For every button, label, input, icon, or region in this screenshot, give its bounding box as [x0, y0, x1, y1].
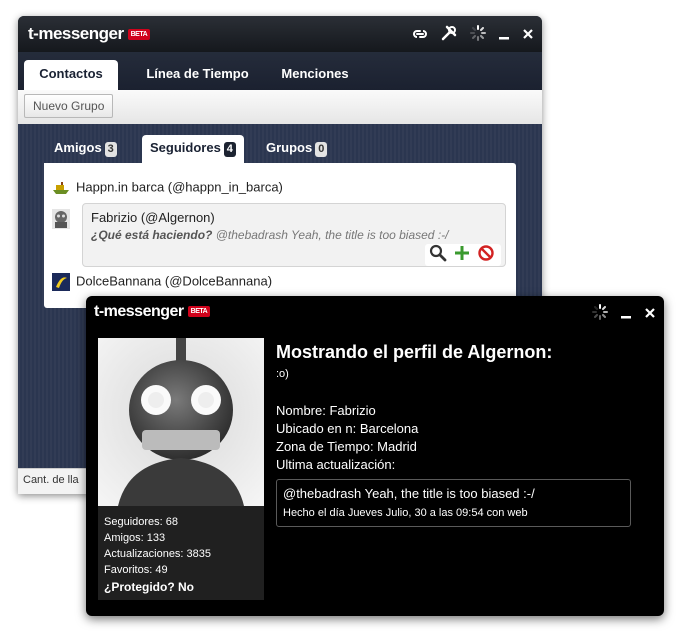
main-nav: Contactos Línea de Tiempo Menciones [18, 52, 542, 90]
toolbar: Nuevo Grupo [18, 90, 542, 125]
tab-linea-de-tiempo[interactable]: Línea de Tiempo [140, 60, 255, 90]
tweet-meta: Hecho el día Jueves Julio, 30 a las 09:5… [283, 507, 528, 519]
profile-avatar [98, 338, 264, 506]
title-bar[interactable]: t-messenger BETA [18, 16, 542, 52]
profile-timezone: Zona de Tiempo: Madrid [276, 439, 417, 454]
boat-avatar-icon [52, 179, 70, 197]
count-badge: 3 [104, 142, 117, 157]
tab-contactos[interactable]: Contactos [24, 60, 118, 90]
minimize-icon[interactable] [498, 27, 510, 46]
profile-info: Nombre: Fabrizio Ubicado en n: Barcelona… [276, 402, 418, 474]
tools-icon[interactable] [441, 25, 457, 46]
beta-badge: BETA [187, 306, 211, 318]
profile-heading: Mostrando el perfil de Algernon: [276, 342, 553, 362]
protected-status: ¿Protegido? No [104, 580, 194, 594]
last-tweet-box: @thebadrash Yeah, the title is too biase… [276, 479, 631, 527]
contact-list: Happn.in barca (@happn_in_barca) Fabrizi… [44, 163, 516, 308]
list-item-selected[interactable]: Fabrizio (@Algernon) ¿Qué está haciendo?… [82, 203, 506, 267]
contact-avatar [52, 209, 76, 229]
profile-window: t-messenger BETA Seguidores: 68 Amigos: … [86, 296, 664, 616]
tweet-text: @thebadrash Yeah, the title is too biase… [283, 486, 535, 501]
friends-count: Amigos: 133 [104, 532, 166, 544]
title-bar[interactable]: t-messenger BETA [86, 296, 664, 330]
favorites-count: Favoritos: 49 [104, 564, 168, 576]
followers-count: Seguidores: 68 [104, 516, 178, 528]
minimize-icon[interactable] [620, 306, 632, 325]
close-icon[interactable] [522, 27, 534, 46]
profile-stats: Seguidores: 68 Amigos: 133 Actualizacion… [104, 514, 211, 595]
list-item[interactable]: Happn.in barca (@happn_in_barca) [52, 179, 283, 197]
tab-amigos[interactable]: Amigos 3 [54, 135, 117, 163]
banana-avatar-icon [52, 273, 70, 291]
tab-menciones[interactable]: Menciones [270, 60, 360, 90]
new-group-button[interactable]: Nuevo Grupo [24, 94, 114, 118]
profile-last-update-label: Ultima actualización: [276, 457, 396, 472]
profile-location: Ubicado en n: Barcelona [276, 421, 419, 436]
close-icon[interactable] [644, 306, 656, 325]
count-badge: 4 [223, 142, 236, 157]
row-actions [425, 244, 501, 266]
list-item[interactable]: DolceBannana (@DolceBannana) [52, 273, 272, 291]
spinner-icon [591, 304, 608, 325]
robot-avatar-icon [52, 209, 70, 229]
tab-seguidores[interactable]: Seguidores 4 [142, 135, 244, 163]
profile-sidebar: Seguidores: 68 Amigos: 133 Actualizacion… [98, 338, 264, 600]
add-icon[interactable] [453, 244, 471, 268]
app-logo: t-messenger BETA [28, 24, 151, 44]
spinner-icon [469, 25, 486, 46]
profile-tagline: :o) [276, 368, 289, 380]
beta-badge: BETA [127, 29, 151, 41]
updates-count: Actualizaciones: 3835 [104, 548, 212, 560]
profile-name: Nombre: Fabrizio [276, 403, 376, 418]
tab-grupos[interactable]: Grupos 0 [266, 135, 328, 163]
block-icon[interactable] [477, 244, 495, 268]
status-line: ¿Qué está haciendo? @thebadrash Yeah, th… [91, 228, 449, 242]
link-icon[interactable] [411, 27, 429, 46]
app-logo: t-messenger BETA [94, 303, 211, 321]
count-badge: 0 [315, 142, 328, 157]
search-icon[interactable] [429, 244, 447, 268]
